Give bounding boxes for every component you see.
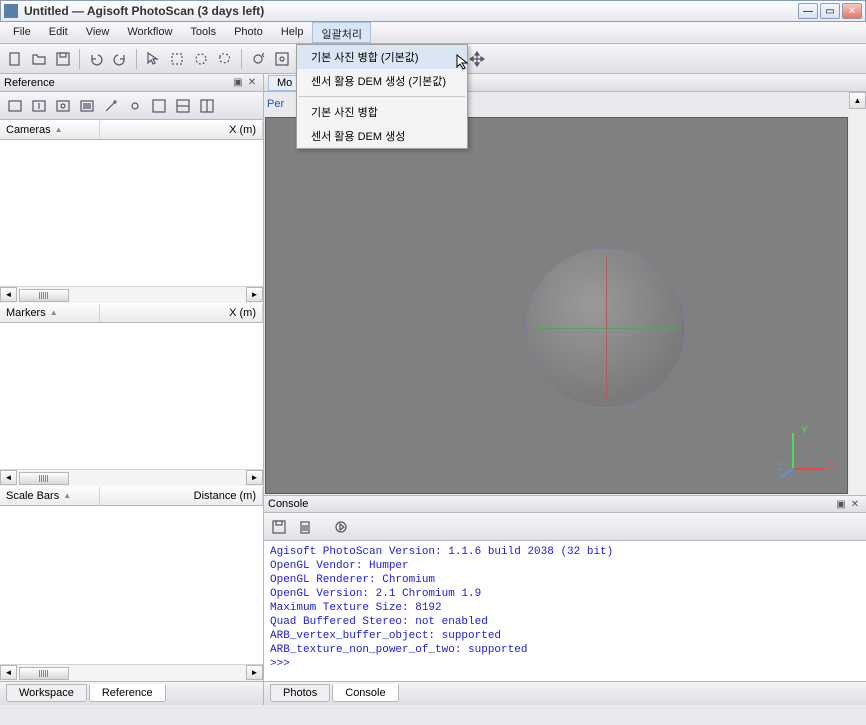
console-toolbar [264,513,866,541]
cameras-col2: X (m) [229,124,256,136]
menu-bar: File Edit View Workflow Tools Photo Help… [0,22,866,44]
console-undock-icon[interactable]: ▣ [834,497,848,511]
minimize-button[interactable]: — [798,3,818,19]
dropdown-item-merge[interactable]: 기본 사진 병합 [297,100,467,124]
sort-asc-icon: ▲ [55,125,63,134]
cameras-list [0,140,263,286]
batch-dropdown-menu: 기본 사진 병합 (기본값) 센서 활용 DEM 생성 (기본값) 기본 사진 … [296,44,468,149]
markers-col2: X (m) [229,307,256,319]
wand-button[interactable] [100,95,122,117]
markers-list [0,323,263,469]
export-ref-button[interactable] [28,95,50,117]
link-button[interactable] [124,95,146,117]
viewport-vscroll[interactable]: ▲ [849,92,866,495]
menu-tools[interactable]: Tools [181,22,225,43]
reference-panel-title: Reference [4,77,231,89]
3d-viewport[interactable]: Y X Z [265,117,848,494]
save-button[interactable] [52,48,74,70]
console-output[interactable]: Agisoft PhotoScan Version: 1.1.6 build 2… [264,541,866,681]
scalebars-col2: Distance (m) [194,490,256,502]
reference-panel-header: Reference ▣ ✕ [0,74,263,92]
console-save-button[interactable] [268,516,290,538]
zoom-region-tool[interactable] [271,48,293,70]
trackball-sphere [526,248,686,408]
console-close-icon[interactable]: ✕ [848,497,862,511]
axis-gizmo: Y X Z [779,429,829,479]
markers-header[interactable]: Markers ▲ X (m) [0,303,263,323]
menu-photo[interactable]: Photo [225,22,272,43]
console-clear-button[interactable] [294,516,316,538]
view3-button[interactable] [196,95,218,117]
markers-label: Markers [6,307,46,319]
view2-button[interactable] [172,95,194,117]
sort-asc-icon: ▲ [50,308,58,317]
window-title: Untitled — Agisoft PhotoScan (3 days lef… [24,4,798,18]
dropdown-item-dem[interactable]: 센서 활용 DEM 생성 [297,124,467,148]
import-ref-button[interactable] [4,95,26,117]
sort-asc-icon: ▲ [63,491,71,500]
convert-ref-button[interactable] [52,95,74,117]
view1-button[interactable] [148,95,170,117]
close-panel-icon[interactable]: ✕ [245,76,259,90]
move-axis-button[interactable] [466,48,488,70]
menu-batch[interactable]: 일괄처리 [312,22,370,43]
tab-workspace[interactable]: Workspace [6,684,87,702]
settings-ref-button[interactable] [76,95,98,117]
menu-edit[interactable]: Edit [40,22,77,43]
close-button[interactable]: ✕ [842,3,862,19]
undo-button[interactable] [85,48,107,70]
scalebars-label: Scale Bars [6,490,59,502]
axis-x-label: X [828,460,835,471]
left-bottom-tabs: Workspace Reference [0,681,263,705]
pointer-tool[interactable] [142,48,164,70]
scalebars-hscroll[interactable]: ◄ ► [0,664,263,681]
tab-console[interactable]: Console [332,684,398,702]
title-bar: Untitled — Agisoft PhotoScan (3 days lef… [0,0,866,22]
maximize-button[interactable]: ▭ [820,3,840,19]
cameras-header[interactable]: Cameras ▲ X (m) [0,120,263,140]
tab-reference[interactable]: Reference [89,684,166,702]
perspective-label: Per [264,92,284,116]
scalebars-header[interactable]: Scale Bars ▲ Distance (m) [0,486,263,506]
rotate-tool[interactable] [247,48,269,70]
dropdown-separator [299,96,465,97]
axis-y-label: Y [801,425,808,436]
new-button[interactable] [4,48,26,70]
app-icon [4,4,18,18]
lasso-select-tool[interactable] [214,48,236,70]
right-bottom-tabs: Photos Console [264,681,866,705]
menu-view[interactable]: View [77,22,119,43]
axis-z-label: Z [777,462,783,473]
console-run-button[interactable] [330,516,352,538]
dropdown-item-dem-default[interactable]: 센서 활용 DEM 생성 (기본값) [297,69,467,93]
menu-help[interactable]: Help [272,22,313,43]
cameras-label: Cameras [6,124,51,136]
markers-hscroll[interactable]: ◄ ► [0,469,263,486]
dropdown-item-merge-default[interactable]: 기본 사진 병합 (기본값) [297,45,467,69]
reference-toolbar [0,92,263,120]
console-title: Console [268,498,834,510]
undock-icon[interactable]: ▣ [231,76,245,90]
console-header: Console ▣ ✕ [264,495,866,513]
open-button[interactable] [28,48,50,70]
rect-select-tool[interactable] [166,48,188,70]
redo-button[interactable] [109,48,131,70]
cameras-hscroll[interactable]: ◄ ► [0,286,263,303]
circle-select-tool[interactable] [190,48,212,70]
scalebars-list [0,506,263,664]
menu-workflow[interactable]: Workflow [118,22,181,43]
menu-file[interactable]: File [4,22,40,43]
tab-photos[interactable]: Photos [270,684,330,702]
